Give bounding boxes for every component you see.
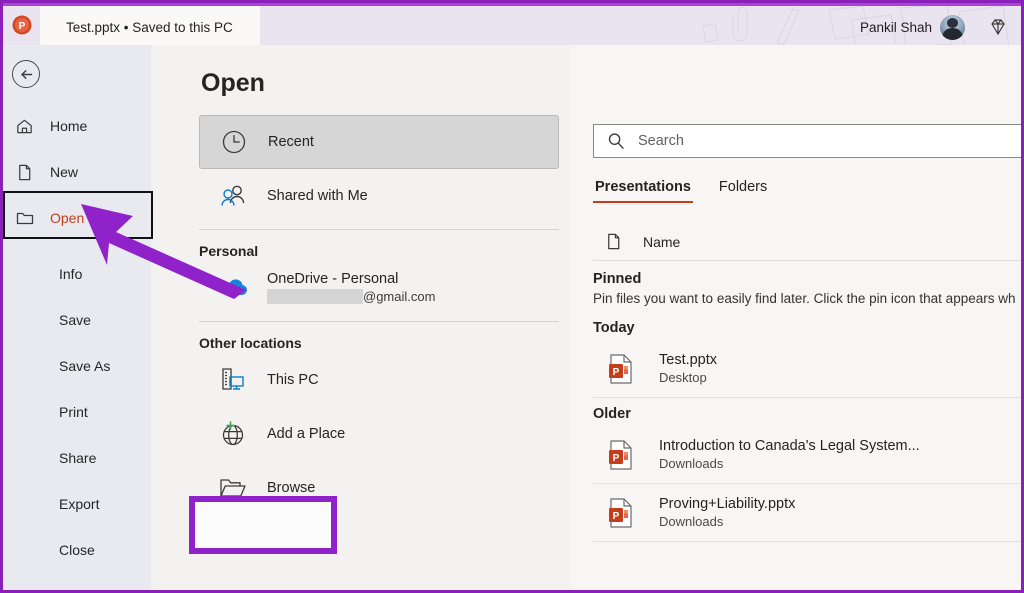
sidebar-item-label: Export — [50, 496, 99, 512]
place-item-add-a-place[interactable]: Add a Place — [199, 407, 559, 461]
column-header-name: Name — [633, 234, 680, 250]
avatar[interactable] — [940, 15, 965, 40]
place-item-recent[interactable]: Recent — [199, 115, 559, 169]
page-icon — [593, 232, 633, 251]
powerpoint-file-icon: P — [601, 493, 641, 533]
backstage-view: Home New — [3, 45, 1021, 593]
file-row[interactable]: P Test.pptx Desktop — [593, 340, 1021, 398]
file-name: Test.pptx — [659, 352, 717, 368]
tab-folders[interactable]: Folders — [717, 173, 769, 203]
home-icon — [15, 115, 41, 137]
title-bar: P Test.pptx • Saved to this PC Pankil Sh… — [3, 3, 1021, 45]
screenshot-frame: P Test.pptx • Saved to this PC Pankil Sh… — [0, 0, 1024, 593]
file-row[interactable]: P Proving+Liability.pptx Downloads — [593, 484, 1021, 542]
svg-text:P: P — [613, 511, 620, 522]
place-item-label: Recent — [254, 133, 314, 151]
place-item-this-pc[interactable]: This PC — [199, 353, 559, 407]
file-name: Introduction to Canada's Legal System... — [659, 438, 920, 454]
add-place-icon — [213, 416, 253, 452]
other-locations-section-header: Other locations — [199, 322, 559, 353]
group-header-older: Older — [593, 398, 1021, 426]
sidebar-item-print[interactable]: Print — [3, 389, 151, 435]
onedrive-icon — [213, 270, 253, 306]
sidebar-item-label: Info — [50, 266, 82, 282]
page-title: Open — [201, 69, 265, 98]
powerpoint-icon: P — [9, 12, 35, 38]
file-list-column-header: Name — [593, 223, 1021, 261]
svg-text:P: P — [19, 21, 26, 32]
people-icon — [213, 178, 253, 214]
sidebar-item-export[interactable]: Export — [3, 481, 151, 527]
page-icon — [15, 161, 41, 183]
sidebar-item-open[interactable]: Open — [3, 195, 151, 241]
document-tab-label: Test.pptx • Saved to this PC — [40, 20, 233, 35]
account-area[interactable]: Pankil Shah — [860, 6, 965, 45]
pinned-description: Pin files you want to easily find later.… — [593, 291, 1021, 312]
email-suffix: @gmail.com — [363, 289, 435, 304]
place-item-shared-with-me[interactable]: Shared with Me — [199, 169, 559, 223]
nav-item-list: Home New — [3, 103, 151, 573]
sidebar-item-label: New — [41, 164, 78, 180]
folder-icon — [15, 207, 41, 229]
sidebar-item-label: Open — [41, 210, 84, 226]
search-input[interactable] — [638, 133, 1018, 149]
powerpoint-file-icon: P — [601, 349, 641, 389]
file-path: Downloads — [659, 514, 795, 531]
sidebar-item-info[interactable]: Info — [3, 251, 151, 297]
recent-files-list: Pinned Pin files you want to easily find… — [593, 263, 1021, 542]
this-pc-icon — [213, 362, 253, 398]
onedrive-account-email: @gmail.com — [267, 289, 435, 304]
sidebar-item-label: Print — [50, 404, 88, 420]
powerpoint-file-icon: P — [601, 435, 641, 475]
back-arrow-icon[interactable] — [12, 60, 40, 88]
diamond-icon[interactable] — [985, 14, 1011, 40]
sidebar-item-save-as[interactable]: Save As — [3, 343, 151, 389]
svg-text:P: P — [613, 367, 620, 378]
sidebar-item-new[interactable]: New — [3, 149, 151, 195]
tab-presentations[interactable]: Presentations — [593, 173, 693, 203]
search-icon — [594, 125, 638, 157]
place-item-label: This PC — [253, 371, 319, 389]
file-path: Downloads — [659, 456, 920, 473]
place-item-label: Browse — [253, 479, 315, 497]
sidebar-item-save[interactable]: Save — [3, 297, 151, 343]
places-list: Recent Shared with Me — [199, 115, 559, 515]
account-name: Pankil Shah — [860, 20, 932, 35]
document-tab[interactable]: Test.pptx • Saved to this PC — [40, 6, 260, 45]
personal-section-header: Personal — [199, 230, 559, 261]
open-pane: Open Recent — [151, 45, 571, 593]
file-row[interactable]: P Introduction to Canada's Legal System.… — [593, 426, 1021, 484]
group-header-pinned: Pinned — [593, 263, 1021, 291]
redacted-email-block — [267, 289, 363, 304]
file-path: Desktop — [659, 370, 717, 387]
place-item-label: OneDrive - Personal — [267, 270, 435, 288]
nav-divider — [36, 237, 142, 238]
sidebar-item-share[interactable]: Share — [3, 435, 151, 481]
search-box[interactable] — [593, 124, 1021, 158]
backstage-nav: Home New — [3, 45, 151, 593]
place-item-label: Shared with Me — [253, 187, 368, 205]
place-item-onedrive-personal[interactable]: OneDrive - Personal @gmail.com — [199, 261, 559, 315]
place-item-browse[interactable]: Browse — [199, 461, 559, 515]
sidebar-item-label: Share — [50, 450, 96, 466]
sidebar-item-label: Save As — [50, 358, 110, 374]
file-type-tabs: Presentations Folders — [593, 173, 769, 203]
sidebar-item-label: Close — [50, 542, 95, 558]
folder-open-icon — [213, 470, 253, 506]
group-header-today: Today — [593, 312, 1021, 340]
svg-text:P: P — [613, 453, 620, 464]
sidebar-item-label: Home — [41, 118, 87, 134]
file-name: Proving+Liability.pptx — [659, 496, 795, 512]
place-item-label: Add a Place — [253, 425, 345, 443]
sidebar-item-close[interactable]: Close — [3, 527, 151, 573]
sidebar-item-label: Save — [50, 312, 91, 328]
sidebar-item-home[interactable]: Home — [3, 103, 151, 149]
recent-files-panel: Presentations Folders Name Pinned — [571, 45, 1021, 593]
clock-icon — [214, 124, 254, 160]
